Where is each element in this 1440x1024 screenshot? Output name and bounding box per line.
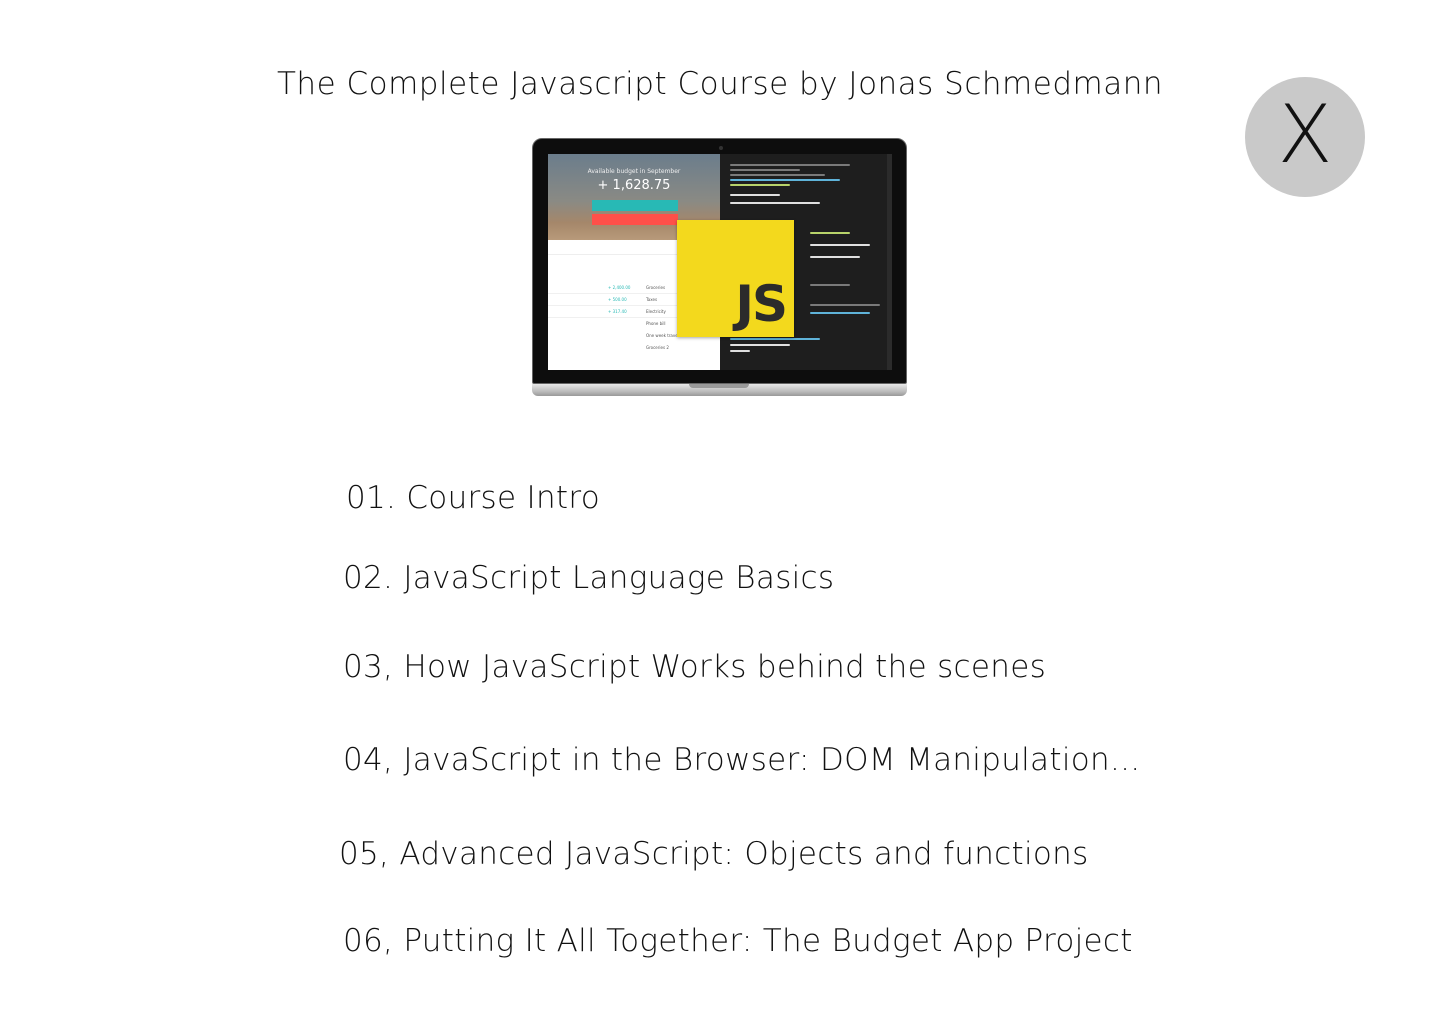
- laptop-notch: [689, 384, 749, 388]
- code-line: [730, 164, 850, 166]
- code-line: [730, 179, 840, 181]
- course-page: The Complete Javascript Course by Jonas …: [0, 0, 1440, 1024]
- income-bar: [592, 200, 678, 211]
- lesson-item-02[interactable]: 02. JavaScript Language Basics: [343, 560, 834, 596]
- close-icon: X: [1277, 88, 1333, 181]
- code-line: [810, 304, 880, 306]
- code-line: [810, 312, 870, 314]
- code-line: [810, 284, 850, 286]
- expense-label: Taxes: [646, 297, 658, 302]
- laptop-lid: Available budget in September + 1,628.75…: [532, 138, 907, 384]
- income-value: + 2,400.00: [608, 285, 631, 290]
- code-line: [810, 256, 860, 258]
- expense-label: Phone bill: [646, 321, 666, 326]
- code-line: [730, 184, 790, 186]
- code-line: [730, 202, 820, 204]
- expense-label: Electricity: [646, 309, 666, 314]
- code-line: [810, 244, 870, 246]
- lesson-item-03[interactable]: 03, How JavaScript Works behind the scen…: [343, 649, 1046, 685]
- code-line: [810, 232, 850, 234]
- code-line: [730, 194, 780, 196]
- code-scrollbar: [887, 154, 892, 370]
- expense-label: Groceries 2: [646, 345, 669, 350]
- code-line: [730, 338, 820, 340]
- lesson-item-01[interactable]: 01. Course Intro: [346, 480, 600, 516]
- list-item: Groceries 2: [548, 342, 720, 353]
- laptop-screen: Available budget in September + 1,628.75…: [548, 154, 892, 370]
- course-thumbnail: Available budget in September + 1,628.75…: [532, 138, 907, 404]
- lesson-item-05[interactable]: 05, Advanced JavaScript: Objects and fun…: [339, 836, 1089, 872]
- code-line: [730, 344, 790, 346]
- javascript-logo: JS: [677, 220, 794, 337]
- code-line: [730, 350, 750, 352]
- budget-app-value: + 1,628.75: [597, 178, 671, 193]
- income-value: + 500.00: [608, 297, 627, 302]
- lesson-item-06[interactable]: 06, Putting It All Together: The Budget …: [343, 923, 1133, 959]
- income-value: + 317.40: [608, 309, 627, 314]
- budget-app-title: Available budget in September: [587, 168, 681, 175]
- lesson-item-04[interactable]: 04, JavaScript in the Browser: DOM Manip…: [343, 742, 1140, 778]
- close-button[interactable]: X: [1245, 77, 1365, 197]
- code-line: [730, 174, 825, 176]
- expense-label: Groceries: [646, 285, 666, 290]
- expense-bar: [592, 214, 678, 225]
- page-title: The Complete Javascript Course by Jonas …: [276, 66, 1163, 102]
- laptop-camera: [719, 146, 723, 150]
- code-line: [730, 169, 800, 171]
- expense-label: One week travel: [646, 333, 679, 338]
- javascript-logo-text: JS: [735, 275, 788, 333]
